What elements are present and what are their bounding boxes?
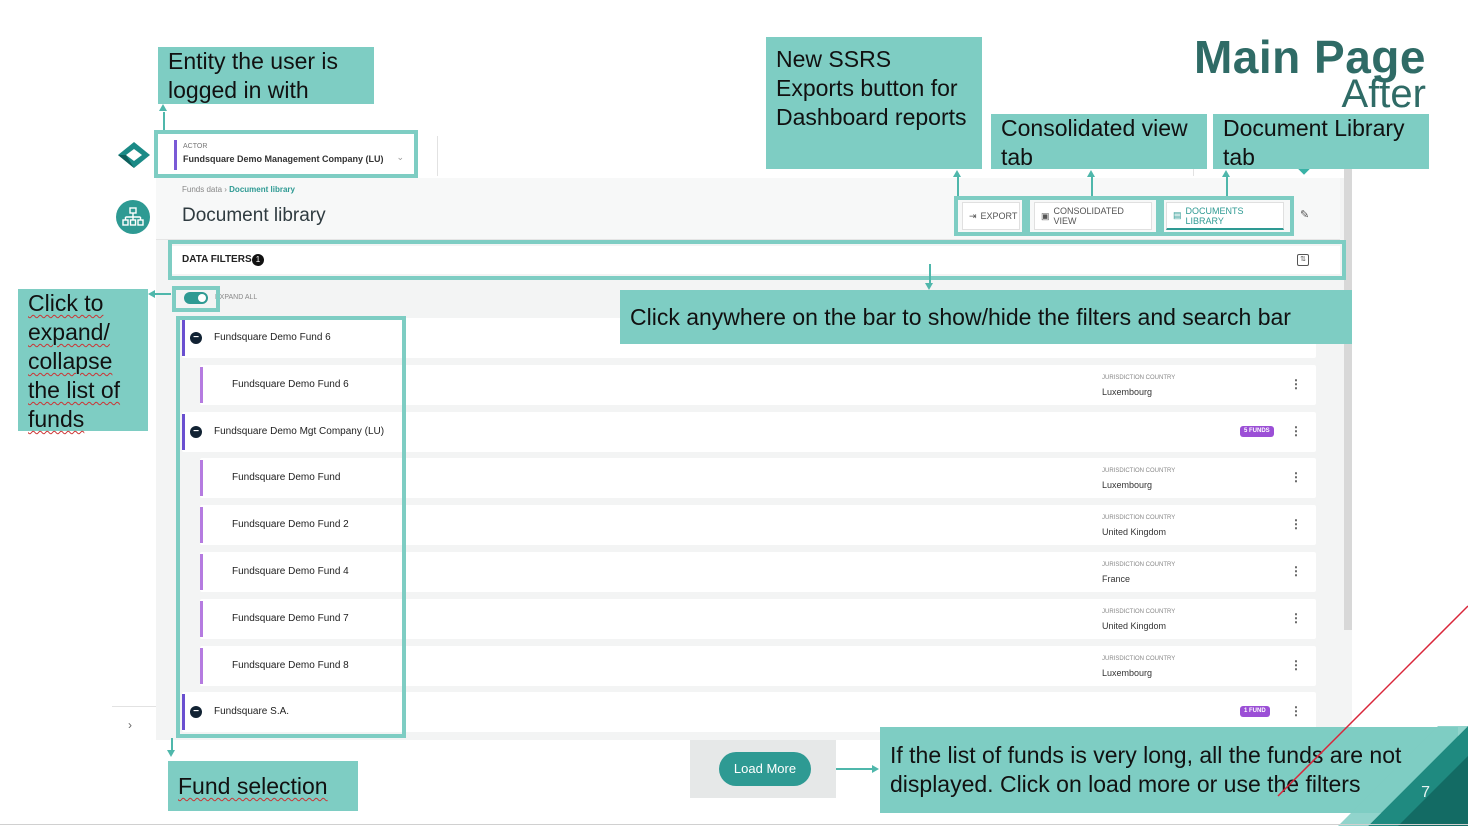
divider [0,824,1468,825]
highlight-actor [154,130,418,178]
scrollbar[interactable] [1344,144,1352,630]
load-more-button[interactable]: Load More [719,752,811,786]
breadcrumb: Funds data › Document library [182,185,295,194]
connector [1091,176,1093,196]
fund-count-badge: 5 FUNDS [1240,425,1274,437]
org-chart-icon[interactable] [116,200,150,234]
slide-subtitle: After [1341,72,1426,116]
arrow-up-icon [159,104,167,111]
callout-document-library: Document Library tab [1213,114,1429,170]
jurisdiction-label: JURISDICTION COUNTRY [1102,655,1176,662]
callout-consolidated: Consolidated view tab [991,114,1207,170]
highlight-fund-selection [176,316,406,738]
page-title: Document library [182,205,326,226]
decorative-corner [1277,605,1468,826]
connector [836,768,872,770]
callout-expand: Click to expand/ collapse the list of fu… [18,289,148,432]
jurisdiction-value: Luxembourg [1102,667,1153,678]
arrow-down-icon [167,750,175,757]
breadcrumb-parent[interactable]: Funds data [182,185,222,194]
arrow-down-icon [925,283,933,290]
connector [957,176,959,196]
callout-entity: Entity the user is logged in with [158,47,374,104]
connector [155,293,171,295]
divider [437,136,438,176]
breadcrumb-current: Document library [229,185,295,194]
jurisdiction-value: United Kingdom [1102,620,1167,631]
arrow-up-icon [953,170,961,177]
connector [1226,176,1228,196]
jurisdiction-label: JURISDICTION COUNTRY [1102,468,1176,475]
jurisdiction-label: JURISDICTION COUNTRY [1102,562,1176,568]
highlight-documents [1160,196,1294,236]
jurisdiction-label: JURISDICTION COUNTRY [1102,374,1176,381]
kebab-menu-icon[interactable]: ⋮ [1290,470,1302,484]
jurisdiction-value: France [1102,574,1131,584]
jurisdiction-value: Luxembourg [1102,386,1153,397]
highlight-filters [168,240,1346,280]
highlight-consolidated [1026,196,1160,236]
highlight-export [954,196,1026,236]
highlight-toggle [172,286,220,312]
arrow-left-icon [148,290,155,298]
fundsquare-logo-icon[interactable] [116,140,152,170]
arrow-up-icon [1222,170,1230,177]
jurisdiction-value: United Kingdom [1102,527,1167,538]
callout-export: New SSRS Exports button for Dashboard re… [766,37,982,169]
chevron-right-icon[interactable]: › [128,718,132,732]
arrow-right-icon [872,765,879,773]
kebab-menu-icon[interactable]: ⋮ [1290,517,1302,531]
slide: Main Page After ACTOR Fundsquare Demo Ma… [0,0,1468,826]
kebab-menu-icon[interactable]: ⋮ [1290,424,1302,438]
connector [163,112,165,130]
jurisdiction-label: JURISDICTION COUNTRY [1102,515,1176,522]
callout-fund-selection-text: Fund selection [178,773,328,799]
callout-expand-text: Click to expand/ collapse the list of fu… [28,290,121,432]
connector [929,264,931,284]
kebab-menu-icon[interactable]: ⋮ [1290,377,1302,391]
jurisdiction-value: Luxembourg [1102,480,1153,491]
arrow-up-icon [1087,170,1095,177]
jurisdiction-label: JURISDICTION COUNTRY [1102,608,1176,615]
expand-all-label: EXPAND ALL [215,294,258,301]
callout-filters-bar: Click anywhere on the bar to show/hide t… [620,290,1352,344]
page-number: 7 [1421,784,1430,801]
sidebar-footer [112,706,156,740]
connector [171,738,173,750]
callout-fund-selection: Fund selection [168,761,358,811]
kebab-menu-icon[interactable]: ⋮ [1290,564,1302,578]
pin-icon[interactable]: ✎ [1300,208,1309,221]
